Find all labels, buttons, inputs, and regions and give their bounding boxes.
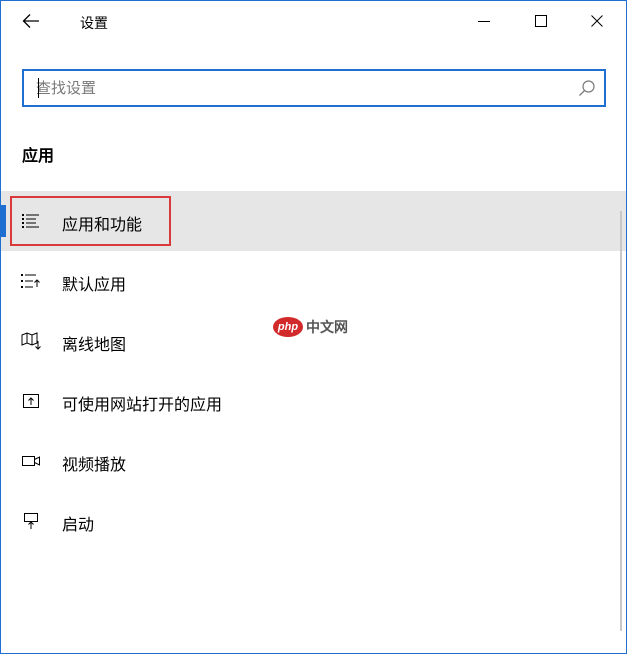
search-icon[interactable] <box>578 79 596 97</box>
window-title: 设置 <box>80 16 108 32</box>
nav-list: 应用和功能 默认应用 离线地图 可使用网站打开的应用 视频播放 启动 <box>1 191 626 551</box>
default-apps-icon <box>21 272 41 290</box>
nav-item-video-playback[interactable]: 视频播放 <box>1 431 626 491</box>
nav-item-label: 应用和功能 <box>62 215 143 234</box>
nav-item-label: 可使用网站打开的应用 <box>62 395 223 414</box>
watermark: php 中文网 <box>273 317 348 337</box>
startup-monitor-icon <box>21 512 41 530</box>
search-box[interactable] <box>22 69 606 107</box>
scrollbar[interactable] <box>620 211 622 631</box>
maximize-button[interactable] <box>518 1 564 41</box>
video-camera-icon <box>21 452 41 470</box>
nav-item-startup[interactable]: 启动 <box>1 491 626 551</box>
nav-item-label: 启动 <box>62 515 95 534</box>
minimize-icon <box>478 21 490 22</box>
maximize-icon <box>535 15 547 27</box>
title-bar: 设置 <box>1 1 626 41</box>
selection-indicator <box>1 205 6 237</box>
nav-item-label: 视频播放 <box>62 455 127 474</box>
section-heading: 应用 <box>22 146 55 165</box>
nav-item-label: 默认应用 <box>62 275 127 294</box>
offline-maps-icon <box>21 332 41 350</box>
nav-item-label: 离线地图 <box>62 335 127 354</box>
back-arrow-icon <box>22 14 39 28</box>
close-icon <box>591 15 603 27</box>
nav-item-apps-for-websites[interactable]: 可使用网站打开的应用 <box>1 371 626 431</box>
nav-item-default-apps[interactable]: 默认应用 <box>1 251 626 311</box>
minimize-button[interactable] <box>461 1 507 41</box>
settings-window: 设置 应用 <box>0 0 627 654</box>
apps-for-websites-icon <box>21 392 41 410</box>
watermark-text: 中文网 <box>306 320 348 336</box>
close-button[interactable] <box>574 1 620 41</box>
apps-features-list-icon <box>21 212 41 230</box>
watermark-logo: php <box>273 317 303 337</box>
back-button[interactable] <box>11 3 51 39</box>
text-caret <box>38 78 39 98</box>
nav-item-apps-features[interactable]: 应用和功能 <box>1 191 626 251</box>
search-input[interactable] <box>36 71 566 105</box>
